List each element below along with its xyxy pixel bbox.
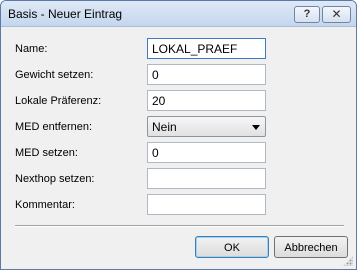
row-comment: Kommentar: bbox=[1, 194, 356, 216]
med-set-label: MED setzen: bbox=[15, 147, 78, 159]
row-med-set: MED setzen: bbox=[1, 142, 356, 164]
dialog-content: Name: Gewicht setzen: Lokale Präferenz: … bbox=[1, 28, 356, 269]
nexthop-input[interactable] bbox=[147, 168, 266, 189]
window-title: Basis - Neuer Eintrag bbox=[8, 7, 123, 21]
ok-button[interactable]: OK bbox=[195, 236, 269, 258]
comment-input[interactable] bbox=[147, 194, 266, 215]
title-bar[interactable]: Basis - Neuer Eintrag ? ✕ bbox=[1, 1, 356, 27]
med-remove-value: Nein bbox=[152, 120, 177, 134]
weight-label: Gewicht setzen: bbox=[15, 69, 94, 81]
row-nexthop: Nexthop setzen: bbox=[1, 168, 356, 190]
row-weight: Gewicht setzen: bbox=[1, 64, 356, 86]
comment-label: Kommentar: bbox=[15, 199, 75, 211]
question-icon: ? bbox=[303, 8, 311, 20]
cancel-button[interactable]: Abbrechen bbox=[274, 236, 348, 258]
med-remove-select[interactable]: Nein bbox=[147, 116, 266, 137]
dialog-window: Basis - Neuer Eintrag ? ✕ Name: Gewicht … bbox=[0, 0, 357, 270]
chevron-down-icon bbox=[252, 125, 260, 130]
help-button[interactable]: ? bbox=[294, 6, 320, 23]
weight-input[interactable] bbox=[147, 64, 266, 85]
med-set-input[interactable] bbox=[147, 142, 266, 163]
row-med-remove: MED entfernen: Nein bbox=[1, 116, 356, 138]
close-icon: ✕ bbox=[331, 7, 342, 21]
local-pref-input[interactable] bbox=[147, 90, 266, 111]
close-button[interactable]: ✕ bbox=[322, 6, 351, 23]
local-pref-label: Lokale Präferenz: bbox=[15, 95, 102, 107]
name-label: Name: bbox=[15, 43, 48, 55]
separator bbox=[15, 225, 344, 227]
name-input[interactable] bbox=[147, 38, 266, 59]
row-name: Name: bbox=[1, 38, 356, 60]
med-remove-label: MED entfernen: bbox=[15, 121, 93, 133]
row-local-pref: Lokale Präferenz: bbox=[1, 90, 356, 112]
nexthop-label: Nexthop setzen: bbox=[15, 173, 95, 185]
